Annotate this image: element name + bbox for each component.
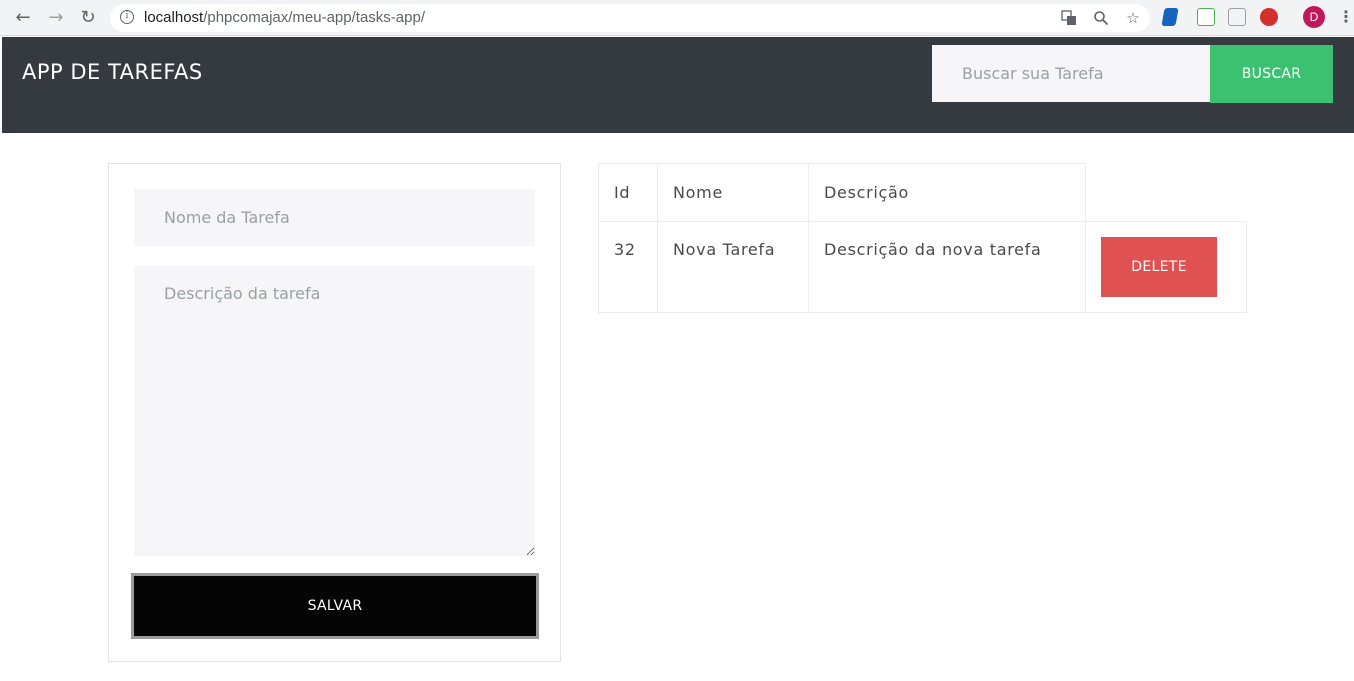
task-description-input[interactable] bbox=[134, 266, 535, 556]
browser-menu-icon[interactable]: ⋮ bbox=[1338, 7, 1354, 27]
zoom-icon[interactable] bbox=[1092, 9, 1110, 27]
back-arrow-icon[interactable]: ← bbox=[11, 6, 35, 30]
app-brand[interactable]: APP DE TAREFAS bbox=[22, 60, 203, 84]
reload-icon[interactable]: ↻ bbox=[76, 6, 100, 30]
table-header-row: Id Nome Descrição bbox=[598, 163, 1247, 222]
cell-descricao: Descrição da nova tarefa bbox=[808, 221, 1086, 313]
site-info-icon[interactable]: i bbox=[120, 10, 134, 24]
delete-button[interactable]: DELETE bbox=[1101, 237, 1217, 297]
extension-search-icon[interactable] bbox=[1228, 8, 1246, 26]
tasks-table: Id Nome Descrição 32 Nova Tarefa Descriç… bbox=[598, 163, 1247, 313]
translate-icon[interactable] bbox=[1060, 9, 1078, 27]
header-actions bbox=[1085, 163, 1247, 222]
task-form-card: SALVAR bbox=[108, 163, 561, 662]
cell-actions: DELETE bbox=[1085, 221, 1247, 313]
address-bar[interactable]: i localhost/phpcomajax/meu-app/tasks-app… bbox=[110, 4, 1150, 32]
table-row: 32 Nova Tarefa Descrição da nova tarefa … bbox=[598, 221, 1247, 313]
app-navbar: APP DE TAREFAS BUSCAR bbox=[2, 37, 1354, 133]
cell-id: 32 bbox=[598, 221, 658, 313]
header-nome: Nome bbox=[657, 163, 809, 222]
profile-avatar[interactable]: D bbox=[1303, 6, 1325, 28]
search-input[interactable] bbox=[932, 45, 1212, 102]
search-button[interactable]: BUSCAR bbox=[1210, 45, 1333, 103]
header-descricao: Descrição bbox=[808, 163, 1086, 222]
task-name-input[interactable] bbox=[134, 189, 535, 246]
url-text: localhost/phpcomajax/meu-app/tasks-app/ bbox=[144, 9, 425, 26]
extension-sheet-icon[interactable] bbox=[1197, 8, 1215, 26]
cell-nome: Nova Tarefa bbox=[657, 221, 809, 313]
header-id: Id bbox=[598, 163, 658, 222]
adblock-icon[interactable] bbox=[1260, 8, 1278, 26]
extension-blue-icon[interactable] bbox=[1161, 8, 1179, 26]
forward-arrow-icon[interactable]: → bbox=[44, 6, 68, 30]
browser-toolbar: ← → ↻ i localhost/phpcomajax/meu-app/tas… bbox=[0, 0, 1354, 36]
bookmark-star-icon[interactable]: ☆ bbox=[1124, 9, 1142, 27]
save-button[interactable]: SALVAR bbox=[131, 573, 539, 639]
